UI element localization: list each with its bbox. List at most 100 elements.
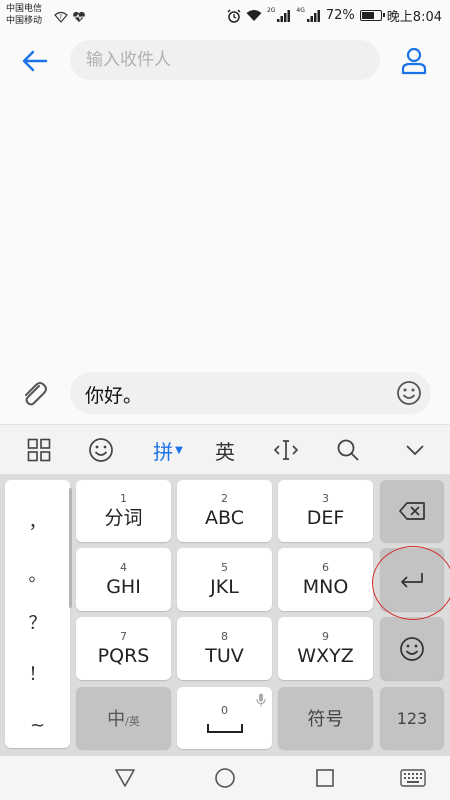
- punctuation-column[interactable]: ， 。 ？ ！ ~: [5, 480, 72, 748]
- key-7-number: 7: [120, 629, 127, 643]
- key-7-label: PQRS: [97, 644, 150, 667]
- svg-text:?: ?: [59, 14, 62, 21]
- arrow-left-icon: [22, 50, 48, 72]
- signal-2-type: 4G: [296, 7, 305, 14]
- number-mode-key[interactable]: 123: [380, 687, 444, 749]
- hide-keyboard-button[interactable]: [390, 425, 440, 475]
- key-9-label: WXYZ: [297, 644, 354, 667]
- key-1-label: 分词: [104, 507, 143, 529]
- key-4[interactable]: 4 GHI: [76, 548, 171, 611]
- key-5[interactable]: 5 JKL: [177, 548, 272, 611]
- key-2[interactable]: 2 ABC: [177, 480, 272, 542]
- search-icon: [337, 439, 359, 461]
- square-recents-icon: [316, 769, 334, 787]
- carrier-names: 中国电信 中国移动: [6, 3, 42, 27]
- key-2-label: ABC: [205, 507, 244, 529]
- backspace-icon: [399, 502, 425, 520]
- nav-back-button[interactable]: [110, 764, 140, 792]
- ime-emoji-button[interactable]: [76, 425, 126, 475]
- pinyin-label: 拼: [153, 439, 174, 464]
- keyboard-icon: [400, 769, 426, 787]
- microphone-icon: [256, 693, 266, 707]
- nav-home-button[interactable]: [210, 764, 240, 792]
- carrier-2-label: 中国移动: [6, 16, 43, 26]
- smiley-icon: [397, 381, 421, 405]
- message-text: 你好。: [85, 385, 143, 407]
- nav-recents-button[interactable]: [310, 764, 340, 792]
- symbols-key[interactable]: 符号: [278, 687, 373, 749]
- ime-menu-button[interactable]: [14, 425, 64, 475]
- en-label: /英: [125, 715, 140, 728]
- carrier-1-label: 中国电信: [6, 4, 43, 14]
- caret-down-icon: ▼: [175, 444, 183, 456]
- key-8[interactable]: 8 TUV: [177, 617, 272, 680]
- person-icon: [401, 47, 427, 75]
- punct-question[interactable]: ？: [5, 607, 70, 637]
- text-cursor-icon: [273, 440, 299, 460]
- key-2-number: 2: [221, 492, 228, 505]
- message-input[interactable]: 你好。: [70, 372, 431, 414]
- nav-keyboard-button[interactable]: [398, 764, 428, 792]
- space-icon: [206, 723, 243, 733]
- punct-tilde[interactable]: ~: [5, 710, 70, 740]
- battery-fill: [361, 12, 374, 19]
- alarm-icon: [227, 8, 241, 23]
- key-7[interactable]: 7 PQRS: [76, 617, 171, 680]
- emoji-button[interactable]: [395, 379, 423, 407]
- enter-icon: [401, 572, 423, 588]
- signal-1-icon: [277, 9, 291, 22]
- key-6[interactable]: 6 MNO: [278, 548, 373, 611]
- key-9-number: 9: [322, 629, 329, 643]
- punct-exclamation[interactable]: ！: [5, 658, 70, 688]
- key-0-number: 0: [221, 703, 228, 717]
- punct-comma[interactable]: ，: [5, 506, 70, 536]
- emoji-key[interactable]: [380, 617, 444, 680]
- key-9[interactable]: 9 WXYZ: [278, 617, 373, 680]
- backspace-key[interactable]: [380, 480, 444, 542]
- chevron-down-icon: [406, 445, 424, 456]
- contacts-button[interactable]: [398, 45, 430, 77]
- pinyin-mode-button[interactable]: 拼 ▼: [143, 425, 193, 475]
- compose-header: [0, 30, 450, 92]
- zh-en-switch-key[interactable]: 中/英: [76, 687, 171, 749]
- battery-icon: [359, 10, 385, 21]
- enter-key[interactable]: [380, 548, 444, 611]
- key-1-number: 1: [120, 492, 127, 505]
- punct-period[interactable]: 。: [5, 559, 70, 589]
- cursor-move-button[interactable]: [261, 425, 311, 475]
- paperclip-icon: [25, 382, 47, 406]
- attachment-button[interactable]: [18, 378, 50, 410]
- recipient-input[interactable]: [70, 40, 380, 80]
- key-6-number: 6: [322, 560, 329, 574]
- battery-percent: 72%: [325, 8, 355, 23]
- english-mode-button[interactable]: 英: [200, 425, 250, 475]
- key-1[interactable]: 1 分词: [76, 480, 171, 542]
- clock: 晚上8:04: [386, 10, 442, 25]
- key-8-label: TUV: [205, 644, 244, 667]
- key-5-number: 5: [221, 560, 228, 574]
- key-3[interactable]: 3 DEF: [278, 480, 373, 542]
- key-4-number: 4: [120, 560, 127, 574]
- key-8-number: 8: [221, 629, 228, 643]
- triangle-back-icon: [115, 769, 135, 787]
- signal-1-type: 2G: [266, 7, 276, 14]
- navigation-bar: [0, 756, 450, 800]
- key-3-number: 3: [322, 492, 329, 505]
- wifi-icon: [246, 9, 262, 22]
- zh-label: 中: [107, 709, 126, 730]
- back-button[interactable]: [18, 44, 52, 78]
- grid-icon: [27, 438, 51, 462]
- key-4-label: GHI: [106, 575, 141, 598]
- space-key[interactable]: 0: [177, 687, 272, 749]
- wifi-question-icon: ?: [54, 8, 68, 27]
- smiley-icon: [89, 438, 113, 462]
- english-label: 英: [215, 439, 235, 464]
- signal-2-icon: [306, 9, 321, 22]
- t9-keyboard: ， 。 ？ ！ ~ 1 分词 2 ABC 3 DEF 4 GHI 5 JKL 6…: [0, 474, 450, 756]
- key-6-label: MNO: [302, 575, 349, 598]
- ime-search-button[interactable]: [323, 425, 373, 475]
- health-heart-icon: [72, 8, 86, 27]
- punctuation-scrollbar[interactable]: [69, 488, 72, 608]
- status-bar: 中国电信 中国移动 ? 2G 4G 72% 晚上8:04: [0, 0, 450, 30]
- ime-toolbar: 拼 ▼ 英: [0, 424, 450, 475]
